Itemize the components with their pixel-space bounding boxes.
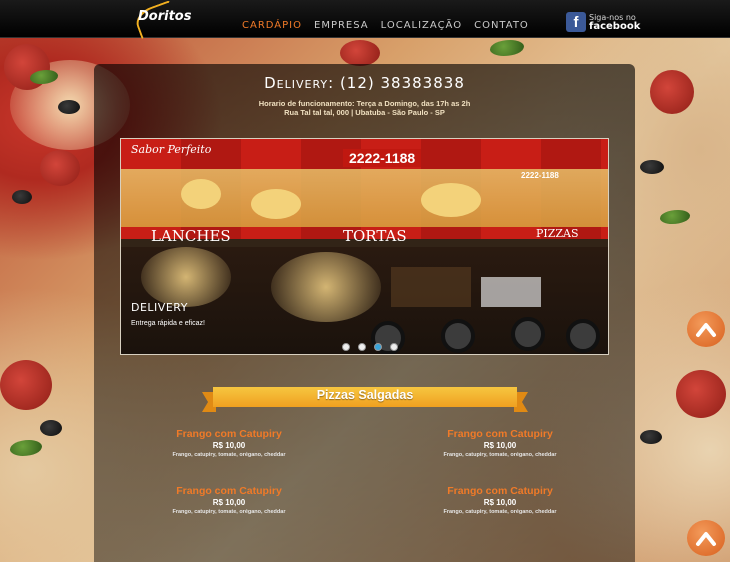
motorcycle-wheel-graphic xyxy=(441,319,475,353)
background-olive xyxy=(12,190,32,204)
logo-text: Doritos xyxy=(138,9,192,24)
brand-logo[interactable]: Doritos xyxy=(132,0,191,40)
storefront-interior xyxy=(121,247,608,354)
pizza-slice-graphic xyxy=(421,183,481,217)
storefront-sign-pizzas: PIZZAS xyxy=(536,227,579,240)
slide-caption-text: Entrega rápida e eficaz! xyxy=(131,320,205,327)
nav-item-empresa[interactable]: Empresa xyxy=(314,20,369,31)
facebook-label: Siga-nos no facebook xyxy=(589,13,641,32)
top-navigation-bar: Doritos Cardápio Empresa Localização Con… xyxy=(0,0,730,40)
delivery-box xyxy=(481,277,541,307)
slide-caption-title: DELIVERY xyxy=(131,301,188,314)
interior-light xyxy=(271,252,381,322)
background-pepperoni xyxy=(340,40,380,66)
background-olive xyxy=(40,420,62,436)
address: Rua Tal tal tal, 000 | Ubatuba - São Pau… xyxy=(284,108,445,117)
slide-dot-4[interactable] xyxy=(390,343,398,351)
motorcycle-wheel-graphic xyxy=(566,319,600,353)
motorcycle-wheel-graphic xyxy=(511,317,545,351)
menu-item[interactable]: Frango com Catupiry R$ 10,00 Frango, cat… xyxy=(129,485,329,517)
background-pepperoni xyxy=(40,150,80,186)
facebook-label-line2: facebook xyxy=(589,21,641,32)
interior-counter xyxy=(391,267,471,307)
menu-item[interactable]: Frango com Catupiry R$ 10,00 Frango, cat… xyxy=(400,485,600,517)
interior-light xyxy=(141,247,231,307)
background-basil xyxy=(10,440,42,456)
nav-item-contato[interactable]: Contato xyxy=(474,20,529,31)
background-pepperoni xyxy=(676,370,726,418)
business-info: Horario de funcionamento: Terça a Doming… xyxy=(94,99,635,117)
slide-image-storefront: Sabor Perfeito 2222-1188 2222-1188 LANCH… xyxy=(121,139,608,245)
menu-item-price: R$ 10,00 xyxy=(483,498,517,507)
pizza-slice-graphic xyxy=(251,189,301,219)
menu-item-name: Frango com Catupiry xyxy=(176,485,282,497)
slide-dot-3[interactable] xyxy=(374,343,382,351)
chevron-up-icon xyxy=(696,323,716,337)
storefront-brand: Sabor Perfeito xyxy=(131,143,212,156)
storefront-phone-side: 2222-1188 xyxy=(521,171,559,180)
menu-item-name: Frango com Catupiry xyxy=(447,485,553,497)
menu-item-description: Frango, catupiry, tomate, orégano, chedd… xyxy=(172,452,286,458)
menu-item-price: R$ 10,00 xyxy=(212,498,246,507)
background-olive xyxy=(58,100,80,114)
nav-item-localizacao[interactable]: Localização xyxy=(381,20,462,31)
background-olive xyxy=(640,160,664,174)
chevron-up-icon xyxy=(696,532,716,546)
slide-dot-1[interactable] xyxy=(342,343,350,351)
background-pepperoni xyxy=(650,70,694,114)
pizza-slice-graphic xyxy=(181,179,221,209)
background-olive xyxy=(640,430,662,444)
back-to-top-button[interactable] xyxy=(687,520,725,556)
slide-dot-2[interactable] xyxy=(358,343,366,351)
facebook-icon: f xyxy=(566,12,586,32)
scroll-up-button[interactable] xyxy=(687,311,725,347)
slider-pagination xyxy=(342,343,398,351)
menu-item-description: Frango, catupiry, tomate, orégano, chedd… xyxy=(172,509,286,515)
opening-hours: Horario de funcionamento: Terça a Doming… xyxy=(258,99,471,108)
background-pepperoni xyxy=(0,360,52,410)
background-basil xyxy=(490,40,524,56)
background-basil xyxy=(660,210,690,224)
facebook-follow-link[interactable]: f Siga-nos no facebook xyxy=(566,12,640,32)
menu-item[interactable]: Frango com Catupiry R$ 10,00 Frango, cat… xyxy=(129,428,329,460)
storefront-phone: 2222-1188 xyxy=(343,149,422,167)
image-slider[interactable]: Sabor Perfeito 2222-1188 2222-1188 LANCH… xyxy=(120,138,609,355)
menu-item-name: Frango com Catupiry xyxy=(447,428,553,440)
storefront-sign-lanches: LANCHES xyxy=(151,227,231,245)
menu-item-price: R$ 10,00 xyxy=(483,441,517,450)
menu-item-description: Frango, catupiry, tomate, orégano, chedd… xyxy=(443,509,557,515)
main-nav: Cardápio Empresa Localização Contato xyxy=(242,20,529,31)
section-title-ribbon: Pizzas Salgadas xyxy=(213,387,517,407)
delivery-phone-title: Delivery: (12) 38383838 xyxy=(264,74,465,92)
menu-item-name: Frango com Catupiry xyxy=(176,428,282,440)
menu-item-price: R$ 10,00 xyxy=(212,441,246,450)
nav-item-cardapio[interactable]: Cardápio xyxy=(242,20,302,31)
menu-item[interactable]: Frango com Catupiry R$ 10,00 Frango, cat… xyxy=(400,428,600,460)
menu-item-description: Frango, catupiry, tomate, orégano, chedd… xyxy=(443,452,557,458)
storefront-sign-tortas: TORTAS xyxy=(343,227,407,245)
